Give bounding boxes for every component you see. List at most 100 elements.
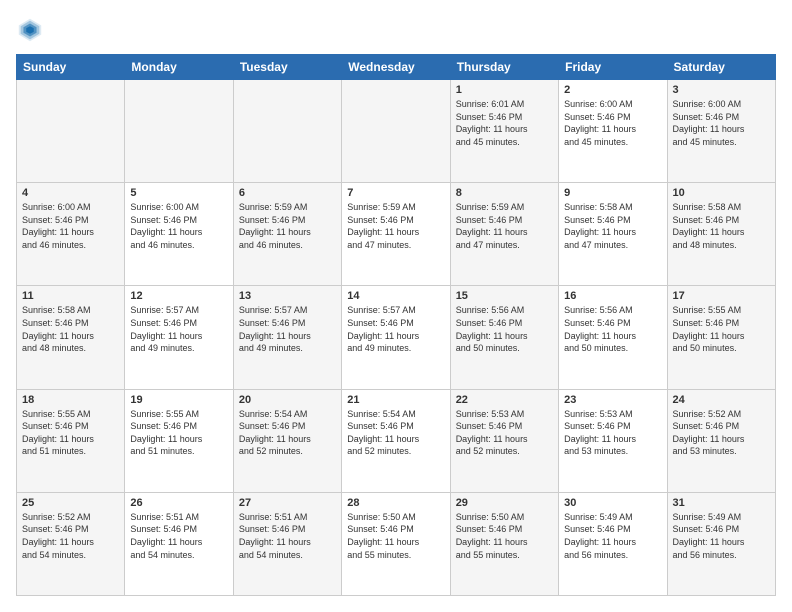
day-number: 23 <box>564 394 661 406</box>
day-number: 26 <box>130 497 227 509</box>
day-number: 22 <box>456 394 553 406</box>
day-info: Sunrise: 5:57 AM Sunset: 5:46 PM Dayligh… <box>130 304 227 354</box>
day-number: 15 <box>456 290 553 302</box>
calendar-cell: 18Sunrise: 5:55 AM Sunset: 5:46 PM Dayli… <box>17 389 125 492</box>
day-info: Sunrise: 5:53 AM Sunset: 5:46 PM Dayligh… <box>564 408 661 458</box>
day-number: 27 <box>239 497 336 509</box>
day-info: Sunrise: 5:57 AM Sunset: 5:46 PM Dayligh… <box>239 304 336 354</box>
day-number: 6 <box>239 187 336 199</box>
calendar-cell: 2Sunrise: 6:00 AM Sunset: 5:46 PM Daylig… <box>559 80 667 183</box>
day-number: 21 <box>347 394 444 406</box>
calendar-cell: 9 Sunrise: 5:58 AM Sunset: 5:46 PM Daylig… <box>559 183 667 286</box>
calendar-cell: 8 Sunrise: 5:59 AM Sunset: 5:46 PM Daylig… <box>450 183 558 286</box>
day-number: 20 <box>239 394 336 406</box>
day-number: 29 <box>456 497 553 509</box>
day-number: 13 <box>239 290 336 302</box>
day-info: Sunrise: 5:59 AM Sunset: 5:46 PM Dayligh… <box>239 201 336 251</box>
day-info: Sunrise: 5:58 AM Sunset: 5:46 PM Dayligh… <box>673 201 770 251</box>
day-info: Sunrise: 5:58 AM Sunset: 5:46 PM Dayligh… <box>564 201 661 251</box>
day-number: 19 <box>130 394 227 406</box>
day-number: 17 <box>673 290 770 302</box>
weekday-header-row: SundayMondayTuesdayWednesdayThursdayFrid… <box>17 55 776 80</box>
day-number: 24 <box>673 394 770 406</box>
calendar-cell: 15 Sunrise: 5:56 AM Sunset: 5:46 PM Dayli… <box>450 286 558 389</box>
calendar-cell: 26 Sunrise: 5:51 AM Sunset: 5:46 PM Dayli… <box>125 492 233 595</box>
calendar-cell: 22 Sunrise: 5:53 AM Sunset: 5:46 PM Dayli… <box>450 389 558 492</box>
week-row: 18Sunrise: 5:55 AM Sunset: 5:46 PM Dayli… <box>17 389 776 492</box>
weekday-header: Thursday <box>450 55 558 80</box>
day-number: 8 <box>456 187 553 199</box>
header <box>16 16 776 44</box>
calendar-cell: 11 Sunrise: 5:58 AM Sunset: 5:46 PM Dayli… <box>17 286 125 389</box>
day-info: Sunrise: 5:56 AM Sunset: 5:46 PM Dayligh… <box>564 304 661 354</box>
calendar-cell: 6 Sunrise: 5:59 AM Sunset: 5:46 PM Daylig… <box>233 183 341 286</box>
day-info: Sunrise: 5:52 AM Sunset: 5:46 PM Dayligh… <box>673 408 770 458</box>
week-row: 1 Sunrise: 6:01 AM Sunset: 5:46 PM Daylig… <box>17 80 776 183</box>
day-info: Sunrise: 5:55 AM Sunset: 5:46 PM Dayligh… <box>22 408 119 458</box>
day-number: 2 <box>564 84 661 96</box>
calendar-cell: 25 Sunrise: 5:52 AM Sunset: 5:46 PM Dayli… <box>17 492 125 595</box>
calendar-cell: 17 Sunrise: 5:55 AM Sunset: 5:46 PM Dayli… <box>667 286 775 389</box>
week-row: 25 Sunrise: 5:52 AM Sunset: 5:46 PM Dayli… <box>17 492 776 595</box>
weekday-header: Friday <box>559 55 667 80</box>
day-number: 31 <box>673 497 770 509</box>
calendar-cell <box>125 80 233 183</box>
calendar-cell: 14Sunrise: 5:57 AM Sunset: 5:46 PM Dayli… <box>342 286 450 389</box>
day-info: Sunrise: 5:52 AM Sunset: 5:46 PM Dayligh… <box>22 511 119 561</box>
day-info: Sunrise: 5:51 AM Sunset: 5:46 PM Dayligh… <box>239 511 336 561</box>
calendar-cell: 12 Sunrise: 5:57 AM Sunset: 5:46 PM Dayli… <box>125 286 233 389</box>
calendar-cell: 5 Sunrise: 6:00 AM Sunset: 5:46 PM Daylig… <box>125 183 233 286</box>
calendar-cell <box>17 80 125 183</box>
day-number: 25 <box>22 497 119 509</box>
day-info: Sunrise: 5:56 AM Sunset: 5:46 PM Dayligh… <box>456 304 553 354</box>
weekday-header: Tuesday <box>233 55 341 80</box>
day-info: Sunrise: 5:55 AM Sunset: 5:46 PM Dayligh… <box>673 304 770 354</box>
day-info: Sunrise: 5:49 AM Sunset: 5:46 PM Dayligh… <box>564 511 661 561</box>
page: SundayMondayTuesdayWednesdayThursdayFrid… <box>0 0 792 612</box>
day-info: Sunrise: 6:00 AM Sunset: 5:46 PM Dayligh… <box>22 201 119 251</box>
calendar-cell: 1 Sunrise: 6:01 AM Sunset: 5:46 PM Daylig… <box>450 80 558 183</box>
day-info: Sunrise: 5:58 AM Sunset: 5:46 PM Dayligh… <box>22 304 119 354</box>
day-number: 5 <box>130 187 227 199</box>
day-number: 28 <box>347 497 444 509</box>
calendar-cell <box>342 80 450 183</box>
calendar-cell: 4 Sunrise: 6:00 AM Sunset: 5:46 PM Daylig… <box>17 183 125 286</box>
calendar-cell: 7Sunrise: 5:59 AM Sunset: 5:46 PM Daylig… <box>342 183 450 286</box>
weekday-header: Saturday <box>667 55 775 80</box>
day-info: Sunrise: 5:53 AM Sunset: 5:46 PM Dayligh… <box>456 408 553 458</box>
calendar-cell: 29Sunrise: 5:50 AM Sunset: 5:46 PM Dayli… <box>450 492 558 595</box>
day-number: 4 <box>22 187 119 199</box>
day-info: Sunrise: 5:50 AM Sunset: 5:46 PM Dayligh… <box>347 511 444 561</box>
day-info: Sunrise: 5:54 AM Sunset: 5:46 PM Dayligh… <box>239 408 336 458</box>
weekday-header: Wednesday <box>342 55 450 80</box>
day-info: Sunrise: 5:49 AM Sunset: 5:46 PM Dayligh… <box>673 511 770 561</box>
day-info: Sunrise: 5:55 AM Sunset: 5:46 PM Dayligh… <box>130 408 227 458</box>
day-info: Sunrise: 5:59 AM Sunset: 5:46 PM Dayligh… <box>456 201 553 251</box>
day-number: 16 <box>564 290 661 302</box>
day-info: Sunrise: 5:57 AM Sunset: 5:46 PM Dayligh… <box>347 304 444 354</box>
calendar-cell: 21 Sunrise: 5:54 AM Sunset: 5:46 PM Dayli… <box>342 389 450 492</box>
day-number: 7 <box>347 187 444 199</box>
day-info: Sunrise: 6:01 AM Sunset: 5:46 PM Dayligh… <box>456 98 553 148</box>
day-number: 3 <box>673 84 770 96</box>
calendar-cell: 19 Sunrise: 5:55 AM Sunset: 5:46 PM Dayli… <box>125 389 233 492</box>
week-row: 4 Sunrise: 6:00 AM Sunset: 5:46 PM Daylig… <box>17 183 776 286</box>
weekday-header: Sunday <box>17 55 125 80</box>
day-number: 10 <box>673 187 770 199</box>
calendar-cell: 3Sunrise: 6:00 AM Sunset: 5:46 PM Daylig… <box>667 80 775 183</box>
day-number: 12 <box>130 290 227 302</box>
calendar-cell: 13 Sunrise: 5:57 AM Sunset: 5:46 PM Dayli… <box>233 286 341 389</box>
day-number: 30 <box>564 497 661 509</box>
calendar: SundayMondayTuesdayWednesdayThursdayFrid… <box>16 54 776 596</box>
day-info: Sunrise: 6:00 AM Sunset: 5:46 PM Dayligh… <box>130 201 227 251</box>
day-number: 11 <box>22 290 119 302</box>
logo-icon <box>16 16 44 44</box>
day-info: Sunrise: 5:54 AM Sunset: 5:46 PM Dayligh… <box>347 408 444 458</box>
calendar-cell: 20 Sunrise: 5:54 AM Sunset: 5:46 PM Dayli… <box>233 389 341 492</box>
calendar-cell <box>233 80 341 183</box>
day-number: 1 <box>456 84 553 96</box>
week-row: 11 Sunrise: 5:58 AM Sunset: 5:46 PM Dayli… <box>17 286 776 389</box>
calendar-cell: 31 Sunrise: 5:49 AM Sunset: 5:46 PM Dayli… <box>667 492 775 595</box>
day-number: 9 <box>564 187 661 199</box>
day-info: Sunrise: 5:51 AM Sunset: 5:46 PM Dayligh… <box>130 511 227 561</box>
